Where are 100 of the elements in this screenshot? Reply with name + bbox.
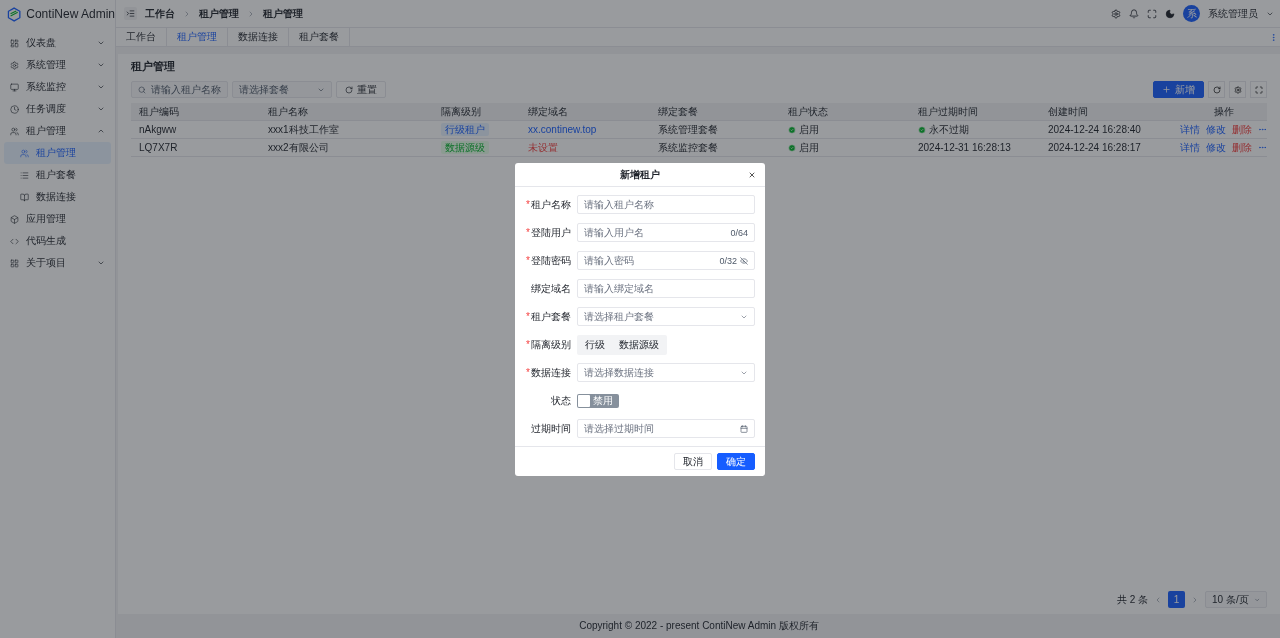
users-icon — [20, 148, 29, 158]
add-button[interactable]: 新增 — [1153, 81, 1204, 98]
table-cell-text: 2024-12-24 16:28:17 — [1048, 142, 1142, 153]
status-text: 启用 — [799, 140, 819, 155]
eye-off-icon[interactable] — [740, 256, 748, 265]
table-cell-text: xxx2有限公司 — [268, 140, 330, 155]
book-icon — [20, 192, 29, 202]
settings-icon[interactable] — [1111, 8, 1121, 19]
page-title: 租户管理 — [131, 59, 176, 74]
select-field[interactable]: 请选择租户套餐 — [577, 307, 755, 326]
action-link[interactable]: 详情 — [1180, 140, 1200, 155]
radio-option[interactable]: 数据源级 — [613, 336, 665, 353]
total-count: 共 2 条 — [1116, 592, 1148, 607]
table-cell-text: 系统监控套餐 — [658, 140, 719, 155]
field-label: 过期时间 — [530, 421, 571, 436]
user-name[interactable]: 系统管理员 — [1208, 6, 1258, 21]
input-field[interactable]: 请输入用户名 0/64 — [577, 223, 755, 242]
menu-item[interactable]: 系统监控 — [4, 76, 111, 98]
select-field[interactable]: 请选择数据连接 — [577, 363, 755, 382]
input-field[interactable]: 请输入租户名称 — [577, 195, 755, 214]
page-tab[interactable]: 租户套餐 — [289, 28, 350, 46]
column-header: 租户名称 — [268, 104, 309, 119]
reset-button[interactable]: 重置 — [336, 81, 386, 98]
column-header: 租户状态 — [788, 104, 829, 119]
date-field[interactable]: 请选择过期时间 — [577, 419, 755, 438]
chevron-up-icon — [97, 127, 105, 135]
chevron-down-icon — [97, 39, 105, 47]
fullscreen-button[interactable] — [1250, 81, 1267, 98]
refresh-icon — [1212, 85, 1221, 94]
chevron-right-icon — [247, 9, 255, 18]
page-tab[interactable]: 数据连接 — [228, 28, 289, 46]
refresh-button[interactable] — [1208, 81, 1225, 98]
moon-icon[interactable] — [1165, 8, 1175, 19]
page-tab[interactable]: 工作台 — [116, 28, 167, 46]
action-link[interactable]: 详情 — [1180, 122, 1200, 137]
input-field[interactable]: 请输入密码 0/32 — [577, 251, 755, 270]
domain-link[interactable]: xx.continew.top — [528, 124, 658, 135]
chevron-down-icon — [97, 105, 105, 113]
menu-fold-icon — [126, 9, 135, 18]
users-icon — [10, 126, 19, 136]
settings-button[interactable] — [1229, 81, 1246, 98]
column-header: 隔离级别 — [441, 104, 482, 119]
user-avatar[interactable]: 系 — [1183, 5, 1200, 22]
menu-item[interactable]: 代码生成 — [4, 230, 111, 252]
breadcrumb-item[interactable]: 租户管理 — [263, 6, 303, 21]
page-tab[interactable]: 租户管理 — [167, 28, 228, 46]
cancel-button[interactable]: 取消 — [674, 453, 712, 470]
page-size-select[interactable]: 10 条/页 — [1205, 591, 1267, 608]
breadcrumb-item[interactable]: 租户管理 — [199, 6, 239, 21]
list-icon — [20, 170, 29, 180]
bell-icon[interactable] — [1129, 8, 1139, 19]
submenu-item[interactable]: 租户管理 — [4, 142, 111, 164]
dashboard-icon — [10, 38, 19, 48]
menu-item[interactable]: 任务调度 — [4, 98, 111, 120]
refresh-icon — [345, 85, 353, 94]
menu-item[interactable]: 应用管理 — [4, 208, 111, 230]
monitor-icon — [10, 82, 19, 92]
app-name: ContiNew Admin — [26, 7, 115, 21]
calendar-icon — [740, 424, 748, 433]
field-label: *登陆密码 — [525, 253, 571, 268]
input-field[interactable]: 请输入绑定域名 — [577, 279, 755, 298]
submenu-item[interactable]: 数据连接 — [4, 186, 111, 208]
isolation-tag: 行级租户 — [441, 122, 489, 136]
prev-page-icon[interactable] — [1154, 595, 1162, 604]
field-label: *数据连接 — [525, 365, 571, 380]
field-label: 状态 — [550, 393, 571, 408]
cube-icon — [10, 214, 19, 224]
status-switch[interactable]: 禁用 — [577, 393, 619, 408]
column-header: 租户过期时间 — [918, 104, 979, 119]
fullscreen-icon[interactable] — [1147, 8, 1157, 19]
next-page-icon[interactable] — [1191, 595, 1199, 604]
plus-icon — [1162, 85, 1171, 94]
field-label: *租户名称 — [525, 197, 571, 212]
submenu-item[interactable]: 租户套餐 — [4, 164, 111, 186]
menu-item[interactable]: 关于项目 — [4, 252, 111, 274]
action-link[interactable]: 修改 — [1206, 122, 1226, 137]
menu-item[interactable]: 系统管理 — [4, 54, 111, 76]
logo-icon — [7, 6, 22, 22]
page-number[interactable]: 1 — [1168, 591, 1185, 608]
footer-copyright: Copyright © 2022 - present ContiNew Admin 版权所有 — [578, 619, 820, 633]
chevron-down-icon — [97, 259, 105, 267]
confirm-button[interactable]: 确定 — [717, 453, 755, 470]
table-cell-text: 2024-12-24 16:28:40 — [1048, 124, 1142, 135]
column-header: 操作 — [1212, 104, 1235, 119]
search-field[interactable]: 请输入租户名称 — [131, 81, 228, 98]
menu-item[interactable]: 仪表盘 — [4, 32, 111, 54]
modal-title: 新增租户 — [620, 167, 660, 182]
action-link[interactable]: 修改 — [1206, 140, 1226, 155]
breadcrumb-item[interactable]: 工作台 — [145, 6, 175, 21]
menu-item[interactable]: 租户管理 — [4, 120, 111, 142]
check-circle-icon — [788, 125, 796, 134]
field-label: *租户套餐 — [525, 309, 571, 324]
expire-text: 永不过期 — [929, 122, 969, 137]
more-vertical-icon[interactable] — [1269, 32, 1278, 42]
radio-option[interactable]: 行级 — [579, 336, 611, 353]
package-select[interactable]: 请选择套餐 — [232, 81, 332, 98]
close-button[interactable] — [747, 170, 757, 180]
column-header: 绑定套餐 — [658, 104, 699, 119]
menu-toggle-button[interactable] — [124, 7, 137, 20]
chevron-right-icon — [183, 9, 191, 18]
